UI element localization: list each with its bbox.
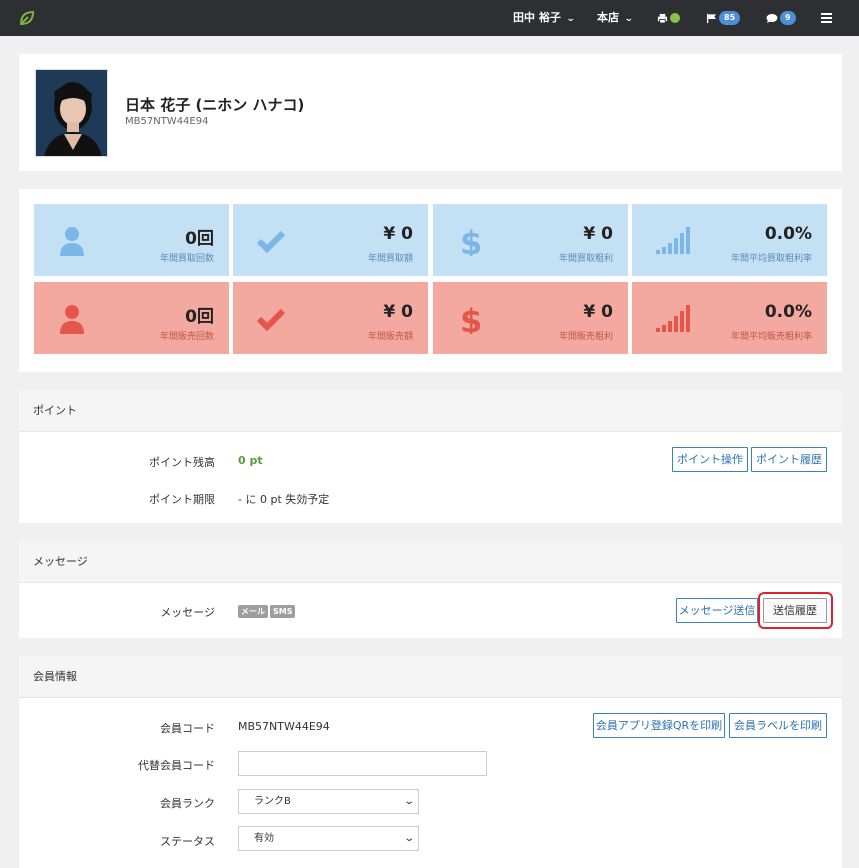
stat-value: ¥ 0 [383, 224, 413, 244]
comment-icon [766, 13, 778, 23]
stat-tile-annual-buy-amount: ¥ 0 年間買取額 [233, 204, 428, 276]
stat-tile-annual-sell-count: 0回 年間販売回数 [34, 282, 229, 354]
member-code-subtitle: MB57NTW44E94 [125, 116, 209, 127]
stat-tile-annual-sell-profit: $ ¥ 0 年間販売粗利 [433, 282, 628, 354]
stat-label: 年間販売額 [367, 332, 413, 342]
message-notifications[interactable]: 9 [766, 0, 796, 36]
alt-member-code-label: 代替会員コード [138, 759, 215, 772]
member-rank-label: 会員ランク [160, 797, 215, 810]
stat-value: ¥ 0 [583, 224, 613, 244]
printer-icon [657, 13, 668, 24]
send-message-button[interactable]: メッセージ送信 [676, 598, 758, 623]
points-panel-title: ポイント [19, 390, 842, 432]
stat-label: 年間買取額 [367, 254, 413, 264]
member-rank-value: ランクB [254, 796, 291, 807]
chevron-down-icon: ⌄ [402, 796, 415, 807]
stat-label: 年間販売粗利 [558, 332, 613, 342]
svg-text:$: $ [460, 226, 482, 256]
store-menu[interactable]: 本店 ⌄ [597, 0, 634, 36]
tag-mail: メール [238, 605, 268, 618]
messages-panel: メッセージ メッセージ メール SMS メッセージ送信 送信履歴 [19, 541, 842, 638]
dollar-icon: $ [460, 226, 482, 256]
store-name: 本店 [597, 11, 619, 24]
member-code-value: MB57NTW44E94 [238, 720, 330, 733]
status-label: ステータス [160, 835, 215, 848]
stat-tile-annual-sell-margin: 0.0% 年間平均販売粗利率 [632, 282, 827, 354]
stat-label: 年間買取回数 [159, 254, 214, 264]
chevron-down-icon: ⌄ [402, 833, 415, 844]
hamburger-icon [821, 13, 832, 23]
check-icon [257, 308, 285, 332]
member-name: 日本 花子 (ニホン ハナコ) [125, 96, 305, 114]
print-app-qr-button[interactable]: 会員アプリ登録QRを印刷 [593, 713, 725, 738]
points-panel: ポイント ポイント残高 0 pt ポイント期限 - に 0 pt 失効予定 ポイ… [19, 390, 842, 523]
message-channels: メール SMS [238, 604, 297, 618]
point-history-button[interactable]: ポイント履歴 [751, 447, 827, 472]
printer-status[interactable] [657, 0, 680, 36]
points-expiry-label: ポイント期限 [149, 493, 215, 506]
stat-label: 年間販売回数 [159, 332, 214, 342]
stat-value: 0回 [185, 229, 214, 249]
user-name: 田中 裕子 [513, 11, 561, 24]
stat-label: 年間平均買取粗利率 [730, 254, 812, 264]
stat-label: 年間平均販売粗利率 [730, 332, 812, 342]
stat-tile-annual-buy-profit: $ ¥ 0 年間買取粗利 [433, 204, 628, 276]
status-value: 有効 [254, 833, 274, 844]
hamburger-menu[interactable] [821, 0, 832, 36]
printer-online-indicator [670, 13, 680, 23]
stat-tile-annual-buy-count: 0回 年間買取回数 [34, 204, 229, 276]
stats-panel: 0回 年間買取回数 ¥ 0 年間買取額 $ ¥ 0 年間買取粗利 0.0% 年間… [19, 189, 842, 372]
member-info-panel: 会員情報 会員コード MB57NTW44E94 会員アプリ登録QRを印刷 会員ラ… [19, 656, 842, 868]
leaf-logo-icon[interactable] [18, 9, 36, 27]
profile-panel: 日本 花子 (ニホン ハナコ) MB57NTW44E94 [19, 54, 842, 171]
message-count-badge: 9 [780, 11, 796, 25]
points-expiry-value: - に 0 pt 失効予定 [238, 493, 330, 506]
status-select[interactable]: 有効 ⌄ [238, 826, 419, 851]
svg-text:$: $ [460, 304, 482, 334]
top-navbar: 田中 裕子 ⌄ 本店 ⌄ 85 9 [0, 0, 859, 36]
flag-icon [706, 13, 717, 23]
chevron-down-icon: ⌄ [565, 14, 576, 24]
user-icon [60, 227, 84, 256]
tag-sms: SMS [270, 605, 296, 618]
member-info-panel-title: 会員情報 [19, 656, 842, 698]
messages-panel-title: メッセージ [19, 541, 842, 583]
signal-bars-icon [656, 227, 690, 254]
stat-tile-annual-buy-margin: 0.0% 年間平均買取粗利率 [632, 204, 827, 276]
stat-value: 0.0% [764, 302, 812, 322]
flag-notifications[interactable]: 85 [706, 0, 741, 36]
user-menu[interactable]: 田中 裕子 ⌄ [513, 0, 576, 36]
message-label: メッセージ [160, 606, 215, 619]
stat-value: ¥ 0 [383, 302, 413, 322]
stat-value: ¥ 0 [583, 302, 613, 322]
member-photo [35, 69, 108, 157]
check-icon [257, 230, 285, 254]
chevron-down-icon: ⌄ [623, 14, 634, 24]
send-history-highlight [758, 592, 833, 629]
stat-value: 0回 [185, 307, 214, 327]
points-balance-value: 0 pt [238, 454, 263, 467]
user-icon [60, 305, 84, 334]
member-code-label: 会員コード [160, 722, 215, 735]
stat-tile-annual-sell-amount: ¥ 0 年間販売額 [233, 282, 428, 354]
print-member-label-button[interactable]: 会員ラベルを印刷 [729, 713, 827, 738]
dollar-icon: $ [460, 304, 482, 334]
signal-bars-icon [656, 305, 690, 332]
stat-label: 年間買取粗利 [558, 254, 613, 264]
alt-member-code-input[interactable] [238, 751, 487, 776]
points-balance-label: ポイント残高 [149, 456, 215, 469]
point-operation-button[interactable]: ポイント操作 [672, 447, 748, 472]
flag-count-badge: 85 [719, 11, 741, 25]
member-rank-select[interactable]: ランクB ⌄ [238, 789, 419, 814]
stat-value: 0.0% [764, 224, 812, 244]
